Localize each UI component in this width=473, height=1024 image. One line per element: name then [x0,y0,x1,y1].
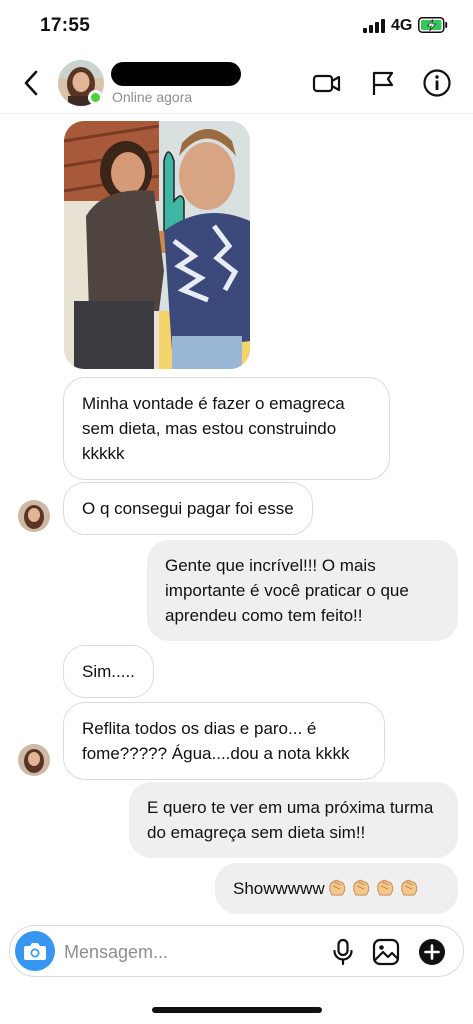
online-status: Online agora [112,89,193,105]
sender-avatar[interactable] [18,744,50,776]
clapping-hands-icon [352,879,369,896]
video-call-icon[interactable] [312,68,342,98]
flag-icon[interactable] [368,68,398,98]
microphone-icon[interactable] [328,937,358,967]
clapping-hands-icon [328,879,345,896]
camera-button[interactable] [15,931,55,971]
clapping-hands-icon [400,879,417,896]
info-icon[interactable] [422,68,452,98]
back-arrow-icon[interactable] [20,68,44,98]
online-indicator [88,90,103,105]
sender-avatar[interactable] [18,500,50,532]
message-text: Showwwww [233,879,325,898]
status-bar: 17:55 4G [0,0,473,52]
add-circle-icon[interactable] [417,937,447,967]
signal-icon [363,19,385,33]
network-label: 4G [391,17,413,34]
battery-charging-icon [418,17,448,33]
message-incoming[interactable]: Sim..... [63,645,154,698]
status-time: 17:55 [40,15,91,36]
message-incoming[interactable]: Minha vontade é fazer o emagreca sem die… [63,377,390,480]
clapping-hands-icon [376,879,393,896]
message-incoming[interactable]: O q consegui pagar foi esse [63,482,313,535]
camera-icon [24,943,46,960]
message-composer [9,925,464,977]
message-outgoing-emoji[interactable]: Showwwww [215,863,458,914]
message-incoming[interactable]: Reflita todos os dias e paro... é fome??… [63,702,385,780]
home-indicator [152,1007,322,1013]
message-outgoing[interactable]: E quero te ver em uma próxima turma do e… [129,782,458,858]
contact-name-redacted[interactable] [111,62,241,86]
chat-header: Online agora [0,52,473,114]
message-input[interactable] [64,939,314,965]
shared-photo[interactable] [64,121,250,369]
gallery-icon[interactable] [371,937,401,967]
message-outgoing[interactable]: Gente que incrível!!! O mais importante … [147,540,458,641]
